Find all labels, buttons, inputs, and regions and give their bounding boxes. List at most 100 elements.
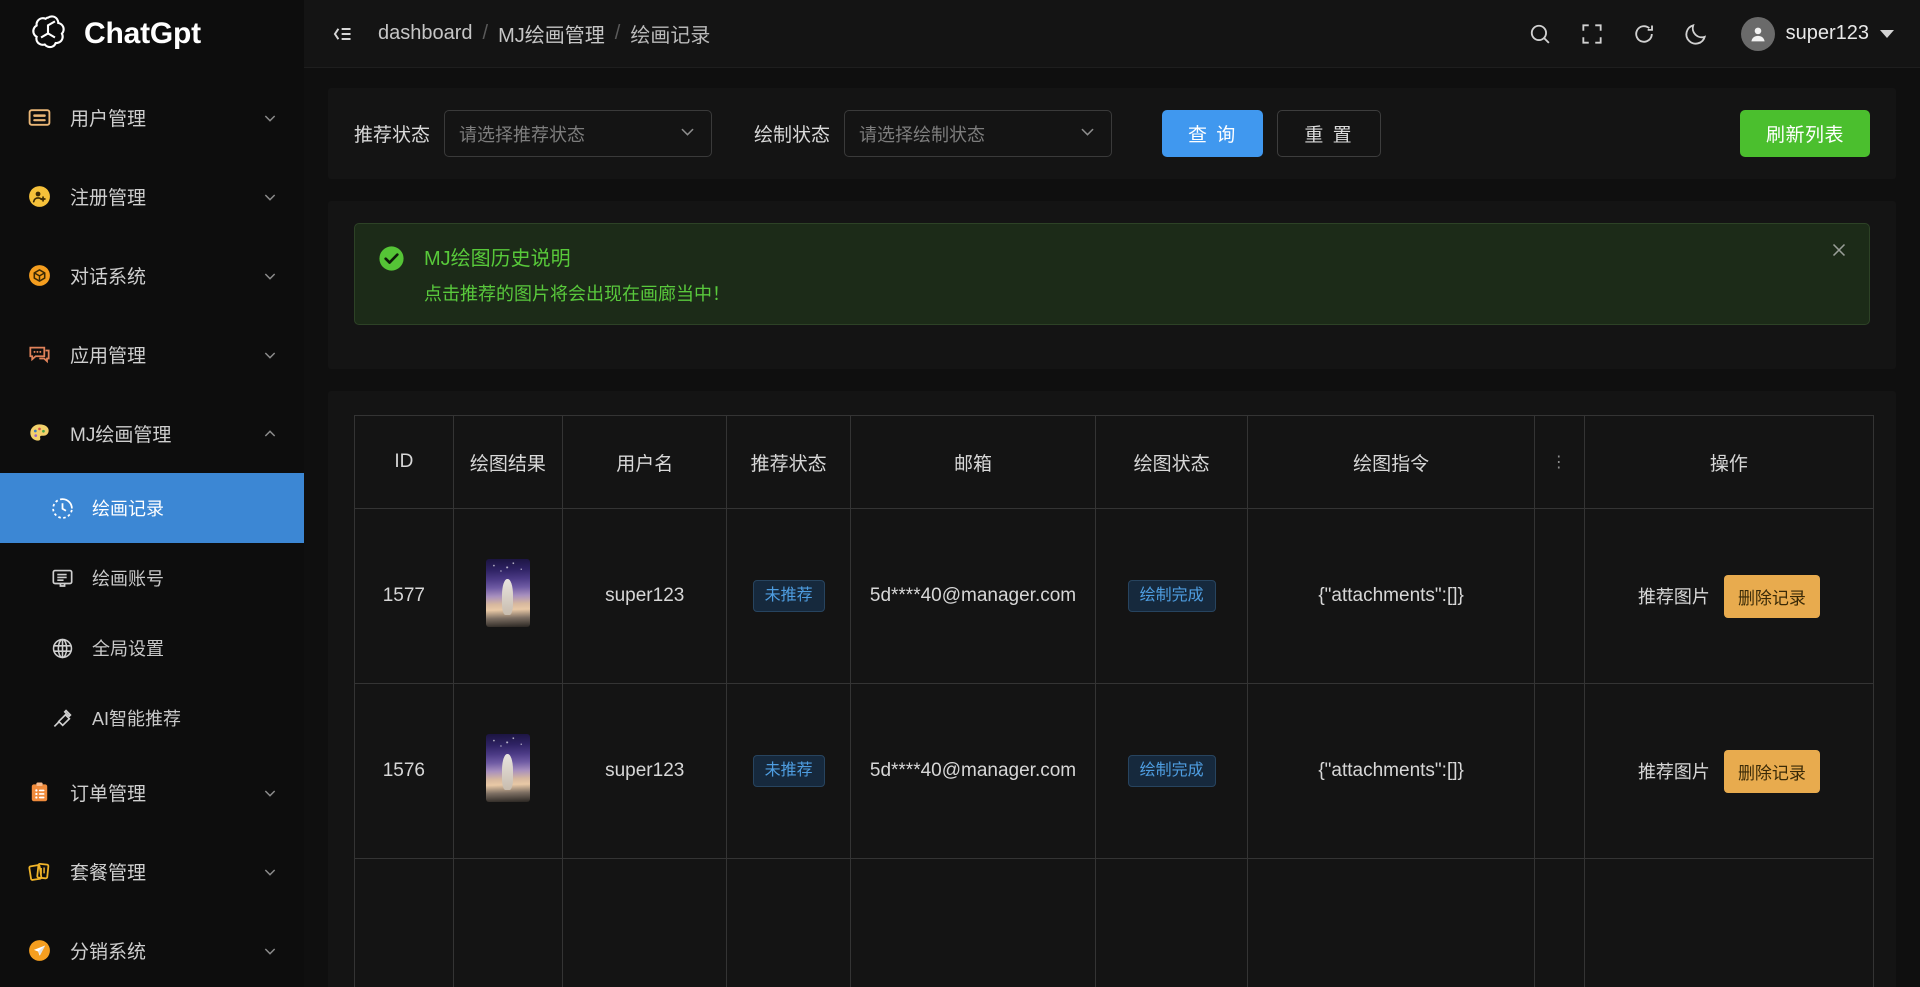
sidebar-submenu-mj: 绘画记录 绘画账号 全局设置 AI智能推荐 [0,473,304,753]
recommend-status-label: 推荐状态 [354,125,431,146]
breadcrumb-item-dashboard[interactable]: dashboard [378,22,473,45]
breadcrumb-item-mj[interactable]: MJ绘画管理 [498,19,605,48]
column-header-actions[interactable]: 操作 [1583,415,1875,509]
chevron-down-icon [1078,122,1097,146]
cell-draw-status [1095,858,1249,987]
clock-icon [50,496,75,521]
sidebar-item-label: 分销系统 [70,942,147,963]
recommend-status-placeholder: 请选择推荐状态 [459,124,586,145]
alert-description: 点击推荐的图片将会出现在画廊当中！ [424,284,730,304]
sidebar-item-label: 套餐管理 [70,863,147,884]
sidebar-item-drawing-accounts[interactable]: 绘画账号 [0,543,304,613]
chevron-down-icon [262,110,278,126]
sidebar-item-app-management[interactable]: 应用管理 [0,315,304,394]
status-badge: 绘制完成 [1127,755,1216,787]
recommend-image-link[interactable]: 推荐图片 [1638,758,1710,784]
cell-actions: 推荐图片 删除记录 [1583,683,1875,859]
sidebar-subitem-label: AI智能推荐 [92,709,182,729]
more-columns-icon: ⋮ [1550,454,1568,471]
column-header-more[interactable]: ⋮ [1533,415,1585,509]
cell-id: 1577 [354,508,454,684]
sidebar-item-register-management[interactable]: 注册管理 [0,157,304,236]
table-header-row: ID 绘图结果 用户名 推荐状态 邮箱 绘图状态 绘图指令 ⋮ 操作 [354,415,1875,509]
sidebar-item-order-management[interactable]: 订单管理 [0,753,304,832]
recommend-status-select[interactable]: 请选择推荐状态 [444,110,713,157]
cell-draw-status: 绘制完成 [1095,508,1249,684]
cell-recommend-status: 未推荐 [726,508,851,684]
drawing-thumbnail-icon[interactable] [485,559,530,627]
sidebar-item-user-management[interactable]: 用户管理 [0,78,304,157]
table-body: 1577 super123 未推荐 5d****40@manager.com 绘… [354,508,1875,987]
sidebar-item-global-settings[interactable]: 全局设置 [0,613,304,683]
sidebar-item-mj-management[interactable]: MJ绘画管理 [0,394,304,473]
cell-actions [1583,858,1875,987]
close-icon[interactable] [1829,240,1849,260]
chevron-down-icon [678,122,697,146]
cell-thumbnail[interactable] [452,683,564,859]
column-header-command[interactable]: 绘图指令 [1247,415,1535,509]
sidebar-item-dialog-system[interactable]: 对话系统 [0,236,304,315]
cell-username: super123 [562,508,728,684]
sidebar-item-distribution-system[interactable]: 分销系统 [0,911,304,987]
user-card-icon [26,105,52,131]
query-button[interactable]: 查 询 [1162,110,1264,157]
row-actions: 推荐图片 删除记录 [1595,574,1863,618]
records-table: ID 绘图结果 用户名 推荐状态 邮箱 绘图状态 绘图指令 ⋮ 操作 1577 … [354,415,1875,987]
breadcrumb-separator: / [614,22,621,44]
refresh-icon[interactable] [1631,21,1657,47]
column-header-recommend[interactable]: 推荐状态 [726,415,851,509]
sidebar-nav: 用户管理 注册管理 对话系统 应用管理 MJ绘画管理 绘画记录 绘画账号 全局设… [0,68,304,987]
chevron-down-icon [262,268,278,284]
table-row[interactable] [354,858,1875,987]
draw-status-select[interactable]: 请选择绘制状态 [844,110,1113,157]
brand-logo[interactable]: ChatGpt [0,0,304,68]
dark-mode-icon[interactable] [1683,21,1709,47]
sidebar-item-ai-recommend[interactable]: AI智能推荐 [0,683,304,753]
sidebar-item-label: 应用管理 [70,346,147,367]
cell-thumbnail[interactable] [452,858,564,987]
table-head: ID 绘图结果 用户名 推荐状态 邮箱 绘图状态 绘图指令 ⋮ 操作 [354,415,1875,509]
fullscreen-icon[interactable] [1579,21,1605,47]
user-avatar-icon [1740,16,1775,51]
sidebar: ChatGpt 用户管理 注册管理 对话系统 应用管理 MJ绘画管理 绘画记录 … [0,0,304,987]
sidebar-subitem-label: 绘画记录 [92,499,164,519]
chevron-down-icon [262,943,278,959]
delete-record-button[interactable]: 删除记录 [1723,574,1820,618]
status-badge: 未推荐 [752,580,825,612]
table-row[interactable]: 1576 super123 未推荐 5d****40@manager.com 绘… [354,683,1875,859]
recommend-image-link[interactable]: 推荐图片 [1638,583,1710,609]
breadcrumb-item-current: 绘画记录 [630,25,711,47]
row-actions: 推荐图片 删除记录 [1595,749,1863,793]
username-label: super123 [1785,22,1869,44]
cell-thumbnail[interactable] [452,508,564,684]
column-header-id[interactable]: ID [354,415,454,509]
palette-icon [26,421,52,447]
column-header-email[interactable]: 邮箱 [849,415,1097,509]
cell-more [1533,858,1585,987]
send-icon [26,938,52,964]
column-header-result[interactable]: 绘图结果 [452,415,564,509]
drawing-thumbnail-icon[interactable] [485,734,530,802]
brand-name: ChatGpt [84,17,201,50]
sidebar-item-drawing-records[interactable]: 绘画记录 [0,473,304,543]
search-icon[interactable] [1527,21,1553,47]
sidebar-item-label: 对话系统 [70,267,147,288]
breadcrumb: dashboard / MJ绘画管理 / 绘画记录 [378,19,710,48]
topbar: dashboard / MJ绘画管理 / 绘画记录 super123 [304,0,1920,68]
table-row[interactable]: 1577 super123 未推荐 5d****40@manager.com 绘… [354,508,1875,684]
cell-command [1247,858,1535,987]
clipboard-icon [26,780,52,806]
delete-record-button[interactable]: 删除记录 [1723,749,1820,793]
draw-status-label: 绘制状态 [754,125,831,146]
column-header-drawstate[interactable]: 绘图状态 [1095,415,1249,509]
chevron-down-icon [262,189,278,205]
refresh-list-button[interactable]: 刷新列表 [1739,110,1870,157]
sidebar-item-package-management[interactable]: 套餐管理 [0,832,304,911]
chevron-down-icon [262,864,278,880]
reset-button[interactable]: 重 置 [1277,110,1381,157]
column-header-username[interactable]: 用户名 [562,415,728,509]
cell-command: {"attachments":[]} [1247,683,1535,859]
user-menu[interactable]: super123 [1740,16,1894,51]
app-root: ChatGpt 用户管理 注册管理 对话系统 应用管理 MJ绘画管理 绘画记录 … [0,0,1920,987]
collapse-menu-icon[interactable] [326,19,356,49]
